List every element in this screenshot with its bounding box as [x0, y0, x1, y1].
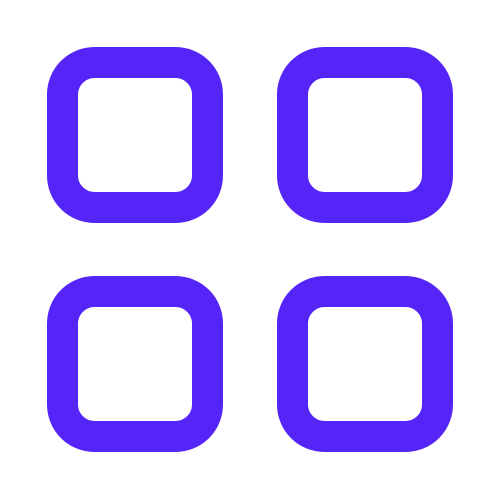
grid-square-top-left	[47, 47, 223, 223]
grid-icon	[47, 47, 453, 452]
icon-canvas	[0, 0, 500, 500]
grid-square-bottom-right	[277, 276, 453, 452]
grid-square-top-right	[277, 47, 453, 223]
grid-square-bottom-left	[47, 276, 223, 452]
